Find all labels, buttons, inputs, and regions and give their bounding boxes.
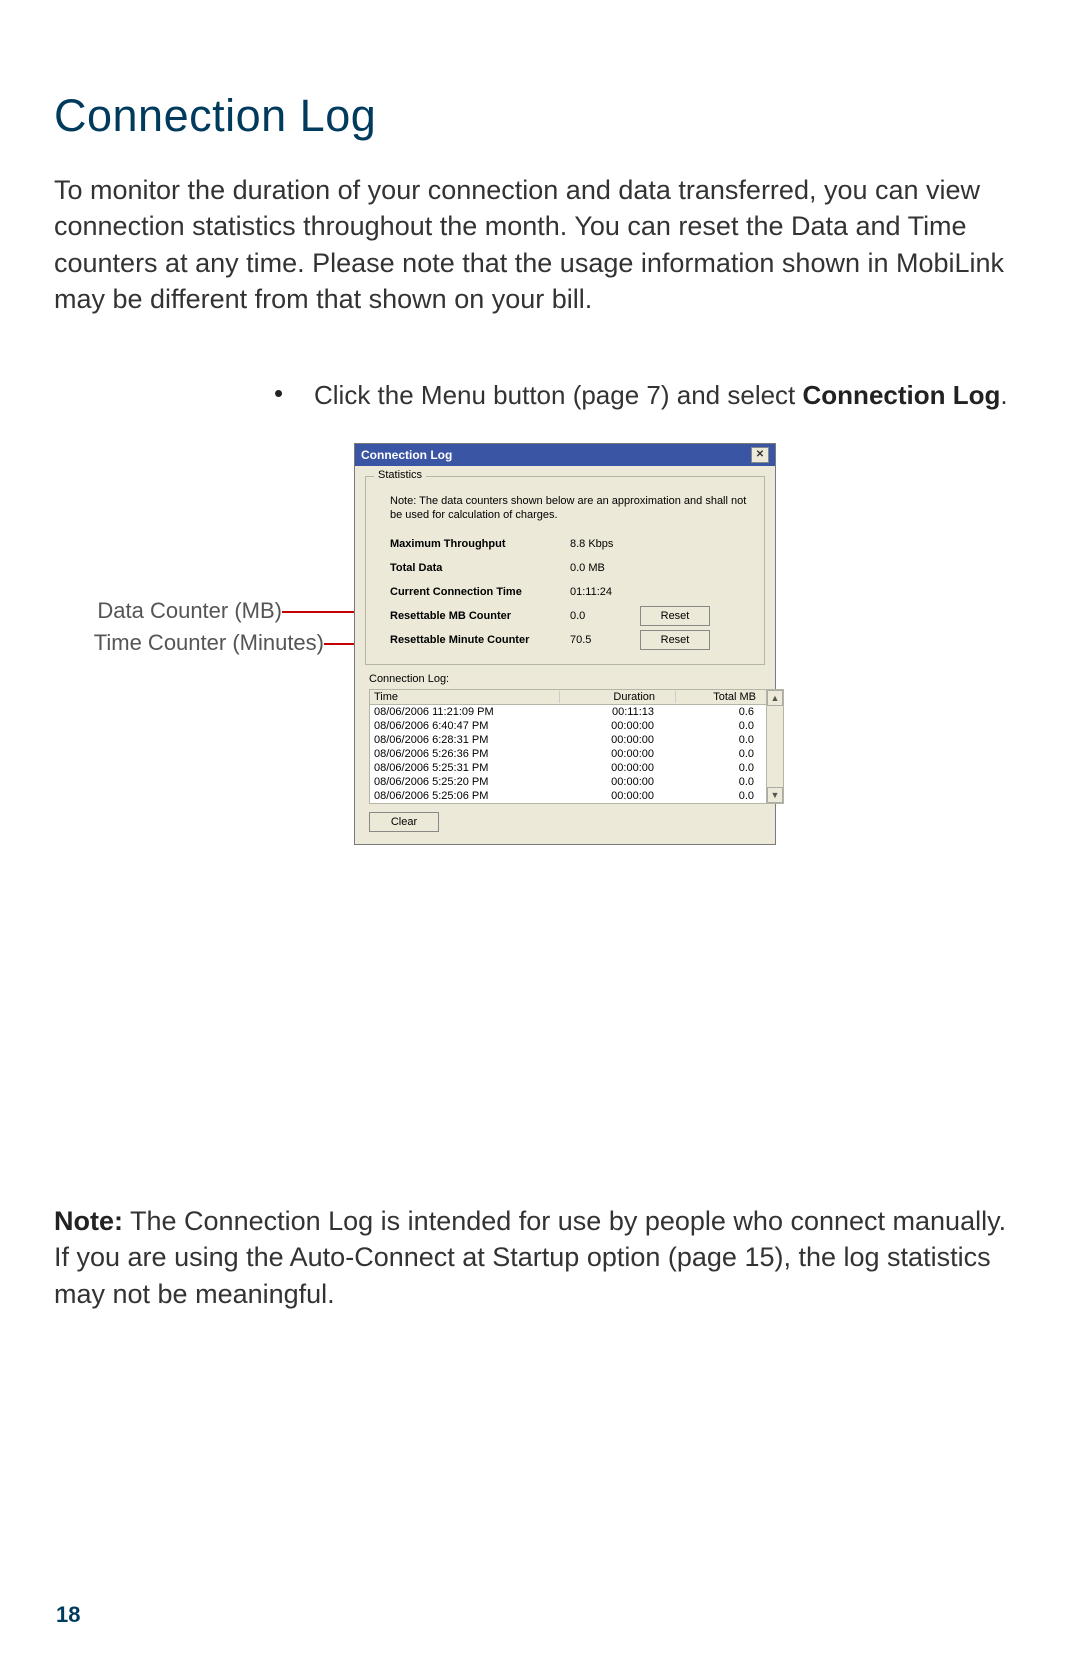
- row-mb-counter: Resettable MB Counter 0.0 Reset: [390, 606, 754, 626]
- cell-time: 08/06/2006 5:25:31 PM: [374, 762, 559, 774]
- bullet-text: Click the Menu button (page 7) and selec…: [314, 378, 1008, 413]
- log-table: Time Duration Total MB 08/06/2006 11:21:…: [369, 689, 767, 804]
- annot-time-counter: Time Counter (Minutes): [54, 630, 324, 656]
- bullet-suffix: .: [1000, 380, 1007, 410]
- connection-log-dialog: Connection Log ✕ Statistics Note: The da…: [354, 443, 776, 846]
- scroll-down-icon[interactable]: ▼: [767, 787, 783, 803]
- cell-duration: 00:00:00: [559, 790, 674, 802]
- col-time-header[interactable]: Time: [374, 691, 560, 703]
- cell-totalmb: 0.0: [674, 748, 760, 760]
- reset-mb-button[interactable]: Reset: [640, 606, 710, 626]
- dialog-titlebar: Connection Log ✕: [355, 444, 775, 466]
- cell-duration: 00:00:00: [559, 776, 674, 788]
- cell-duration: 00:00:00: [559, 734, 674, 746]
- cell-time: 08/06/2006 6:40:47 PM: [374, 720, 559, 732]
- table-row[interactable]: 08/06/2006 5:25:31 PM00:00:000.0: [370, 761, 766, 775]
- reset-min-button[interactable]: Reset: [640, 630, 710, 650]
- row-total-data: Total Data 0.0 MB: [390, 558, 754, 578]
- cell-duration: 00:00:00: [559, 762, 674, 774]
- table-row[interactable]: 08/06/2006 5:25:06 PM00:00:000.0: [370, 789, 766, 803]
- note-label: Note:: [54, 1206, 123, 1236]
- instruction-bullet: • Click the Menu button (page 7) and sel…: [274, 378, 1026, 413]
- mincounter-value: 70.5: [570, 634, 640, 646]
- cell-duration: 00:00:00: [559, 720, 674, 732]
- cell-totalmb: 0.6: [674, 706, 760, 718]
- close-button[interactable]: ✕: [751, 447, 769, 463]
- cell-duration: 00:00:00: [559, 748, 674, 760]
- col-duration-header[interactable]: Duration: [560, 691, 676, 703]
- table-row[interactable]: 08/06/2006 11:21:09 PM00:11:130.6: [370, 705, 766, 719]
- mincounter-label: Resettable Minute Counter: [390, 634, 570, 646]
- cell-totalmb: 0.0: [674, 762, 760, 774]
- clear-button[interactable]: Clear: [369, 812, 439, 832]
- cell-totalmb: 0.0: [674, 734, 760, 746]
- bullet-prefix: Click the Menu button (page 7) and selec…: [314, 380, 803, 410]
- col-totalmb-header[interactable]: Total MB: [676, 691, 762, 703]
- close-icon: ✕: [756, 450, 764, 460]
- group-title: Statistics: [374, 469, 426, 481]
- cell-totalmb: 0.0: [674, 776, 760, 788]
- cell-time: 08/06/2006 6:28:31 PM: [374, 734, 559, 746]
- cell-totalmb: 0.0: [674, 720, 760, 732]
- table-row[interactable]: 08/06/2006 6:40:47 PM00:00:000.0: [370, 719, 766, 733]
- totaldata-label: Total Data: [390, 562, 570, 574]
- bullet-icon: •: [274, 378, 314, 413]
- row-conn-time: Current Connection Time 01:11:24: [390, 582, 754, 602]
- page-title: Connection Log: [54, 90, 1026, 142]
- intro-paragraph: To monitor the duration of your connecti…: [54, 172, 1026, 318]
- mbcounter-value: 0.0: [570, 610, 640, 622]
- note-paragraph: Note: The Connection Log is intended for…: [54, 1203, 1026, 1312]
- cell-time: 08/06/2006 5:25:20 PM: [374, 776, 559, 788]
- conntime-label: Current Connection Time: [390, 586, 570, 598]
- conntime-value: 01:11:24: [570, 586, 640, 598]
- log-section-label: Connection Log:: [369, 673, 775, 685]
- table-row[interactable]: 08/06/2006 5:25:20 PM00:00:000.0: [370, 775, 766, 789]
- log-table-wrap: Time Duration Total MB 08/06/2006 11:21:…: [369, 689, 765, 804]
- stats-note: Note: The data counters shown below are …: [390, 495, 754, 523]
- table-row[interactable]: 08/06/2006 5:26:36 PM00:00:000.0: [370, 747, 766, 761]
- totaldata-value: 0.0 MB: [570, 562, 640, 574]
- document-page: Connection Log To monitor the duration o…: [0, 0, 1080, 1668]
- log-table-header: Time Duration Total MB: [370, 690, 766, 705]
- dialog-title: Connection Log: [361, 448, 452, 462]
- mbcounter-label: Resettable MB Counter: [390, 610, 570, 622]
- table-row[interactable]: 08/06/2006 6:28:31 PM00:00:000.0: [370, 733, 766, 747]
- page-number: 18: [56, 1602, 80, 1628]
- cell-time: 08/06/2006 5:26:36 PM: [374, 748, 559, 760]
- scroll-up-icon[interactable]: ▲: [767, 690, 783, 706]
- figure: Data Counter (MB) Time Counter (Minutes)…: [54, 433, 1026, 943]
- row-min-counter: Resettable Minute Counter 70.5 Reset: [390, 630, 754, 650]
- throughput-label: Maximum Throughput: [390, 538, 570, 550]
- row-throughput: Maximum Throughput 8.8 Kbps: [390, 534, 754, 554]
- cell-duration: 00:11:13: [559, 706, 674, 718]
- bullet-bold: Connection Log: [803, 380, 1001, 410]
- statistics-group: Statistics Note: The data counters shown…: [365, 476, 765, 666]
- log-rows: 08/06/2006 11:21:09 PM00:11:130.608/06/2…: [370, 705, 766, 803]
- throughput-value: 8.8 Kbps: [570, 538, 640, 550]
- cell-time: 08/06/2006 5:25:06 PM: [374, 790, 559, 802]
- cell-totalmb: 0.0: [674, 790, 760, 802]
- cell-time: 08/06/2006 11:21:09 PM: [374, 706, 559, 718]
- note-body: The Connection Log is intended for use b…: [54, 1206, 1006, 1309]
- annot-data-counter: Data Counter (MB): [54, 598, 282, 624]
- log-scrollbar[interactable]: ▲ ▼: [767, 689, 784, 804]
